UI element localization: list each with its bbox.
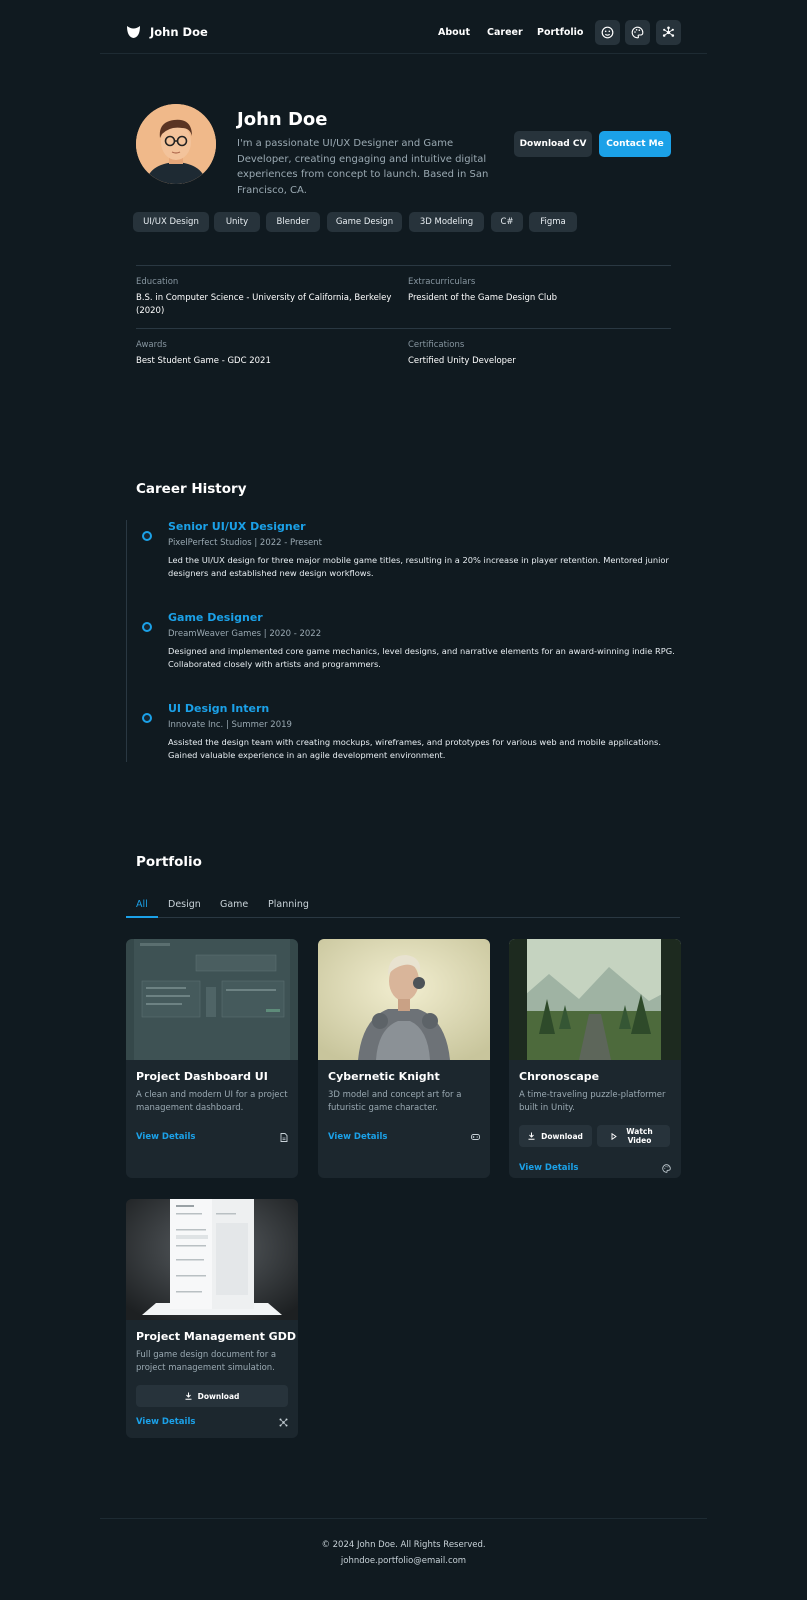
career-title: Career History (136, 481, 247, 497)
card-desc: A time-traveling puzzle-platformer built… (519, 1090, 666, 1113)
card-title: Chronoscape (519, 1070, 600, 1083)
tabs-divider (126, 917, 680, 918)
download-icon (528, 1132, 535, 1140)
nav-about[interactable]: About (438, 27, 470, 38)
job-desc: Led the UI/UX design for three major mob… (168, 555, 669, 578)
tab-design[interactable]: Design (168, 899, 201, 910)
gamepad-icon (471, 1133, 480, 1141)
contact-me-button[interactable]: Contact Me (599, 131, 671, 157)
logo[interactable]: John Doe (126, 25, 208, 39)
logo-text: John Doe (150, 25, 208, 39)
hero-bio: I'm a passionate UI/UX Designer and Game… (237, 138, 489, 196)
download-label: Download (197, 1391, 240, 1401)
palette-icon (662, 1164, 671, 1173)
card-image (126, 1199, 298, 1320)
certifications-value: Certified Unity Developer (408, 356, 516, 366)
footer-email[interactable]: johndoe.portfolio@email.com (0, 1556, 807, 1566)
logo-icon (126, 25, 141, 39)
footer-copyright: © 2024 John Doe. All Rights Reserved. (321, 1540, 486, 1550)
download-cv-button[interactable]: Download CV (514, 131, 592, 157)
card-desc: A clean and modern UI for a project mana… (136, 1090, 288, 1113)
play-icon (611, 1132, 617, 1140)
view-details-link[interactable]: View Details (519, 1163, 578, 1173)
extracurriculars-label: Extracurriculars (408, 277, 476, 287)
card-desc: 3D model and concept art for a futuristi… (328, 1090, 462, 1113)
extracurriculars-value: President of the Game Design Club (408, 293, 558, 303)
timeline-line (126, 520, 127, 762)
job-meta: DreamWeaver Games | 2020 - 2022 (168, 629, 322, 639)
smiley-icon (601, 26, 614, 39)
job-meta: PixelPerfect Studios | 2022 - Present (168, 538, 322, 548)
watch-video-label: Watch Video (626, 1127, 653, 1145)
timeline-dot (142, 713, 152, 723)
job-title: Game Designer (168, 611, 263, 624)
info-divider (136, 265, 671, 266)
portfolio-card[interactable]: Project Dashboard UI A clean and modern … (126, 939, 298, 1178)
skill-tag: Game Design (327, 212, 402, 232)
job-title: Senior UI/UX Designer (168, 520, 306, 533)
view-details-link[interactable]: View Details (136, 1132, 195, 1142)
avatar (136, 104, 216, 184)
job-desc: Designed and implemented core game mecha… (168, 646, 675, 669)
skill-tag: UI/UX Design (133, 212, 209, 232)
skill-tag: Blender (266, 212, 320, 232)
card-image (318, 939, 490, 1060)
watch-video-button[interactable]: Watch Video (597, 1125, 670, 1147)
download-button[interactable]: Download (519, 1125, 592, 1147)
portfolio-card[interactable]: Chronoscape A time-traveling puzzle-plat… (509, 939, 681, 1178)
portfolio-card[interactable]: Project Management GDD Full game design … (126, 1199, 298, 1438)
awards-value: Best Student Game - GDC 2021 (136, 356, 271, 366)
network-icon (662, 26, 675, 39)
network-icon (279, 1418, 288, 1427)
download-icon (185, 1392, 192, 1400)
timeline-dot (142, 622, 152, 632)
palette-button[interactable] (625, 20, 650, 45)
card-image (509, 939, 681, 1060)
download-button[interactable]: Download (136, 1385, 288, 1407)
card-title: Cybernetic Knight (328, 1070, 440, 1083)
hero-name: John Doe (237, 109, 328, 130)
palette-icon (631, 26, 644, 39)
header-divider (100, 53, 707, 54)
active-tab-indicator (126, 916, 158, 918)
tab-game[interactable]: Game (220, 899, 248, 910)
card-title: Project Dashboard UI (136, 1070, 268, 1083)
nav-career[interactable]: Career (487, 27, 523, 38)
view-details-link[interactable]: View Details (328, 1132, 387, 1142)
awards-label: Awards (136, 340, 167, 350)
job-meta: Innovate Inc. | Summer 2019 (168, 720, 292, 730)
card-desc: Full game design document for a project … (136, 1350, 277, 1373)
nav-portfolio[interactable]: Portfolio (537, 27, 583, 38)
portfolio-card[interactable]: Cybernetic Knight 3D model and concept a… (318, 939, 490, 1178)
footer-divider (100, 1518, 707, 1519)
network-button[interactable] (656, 20, 681, 45)
smiley-button[interactable] (595, 20, 620, 45)
job-title: UI Design Intern (168, 702, 270, 715)
education-value: B.S. in Computer Science - University of… (136, 293, 392, 316)
skill-tag: Figma (529, 212, 577, 232)
skill-tag: C# (491, 212, 523, 232)
card-title: Project Management GDD (136, 1330, 296, 1343)
timeline-dot (142, 531, 152, 541)
portfolio-title: Portfolio (136, 854, 202, 870)
job-desc: Assisted the design team with creating m… (168, 737, 661, 760)
document-icon (280, 1133, 288, 1142)
info-divider (136, 328, 671, 329)
view-details-link[interactable]: View Details (136, 1417, 195, 1427)
download-label: Download (541, 1131, 583, 1141)
education-label: Education (136, 277, 179, 287)
skill-tag: Unity (214, 212, 260, 232)
card-image (126, 939, 298, 1060)
certifications-label: Certifications (408, 340, 465, 350)
tab-planning[interactable]: Planning (268, 899, 309, 910)
tab-all[interactable]: All (136, 899, 148, 910)
skill-tag: 3D Modeling (409, 212, 484, 232)
